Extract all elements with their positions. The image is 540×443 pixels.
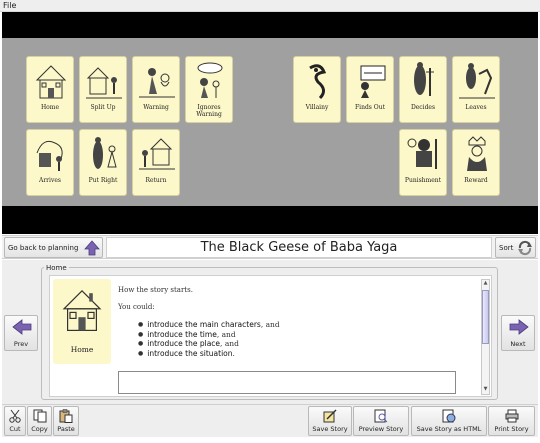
card-home[interactable]: Home (26, 56, 74, 123)
card-label: Decides (410, 104, 436, 111)
paste-label: Paste (57, 425, 75, 433)
card-label: Finds Out (355, 104, 385, 111)
menu-file[interactable]: File (3, 0, 16, 12)
punishment-icon (407, 138, 437, 169)
house-icon (62, 289, 102, 331)
villainy-icon (309, 64, 327, 100)
scissors-icon (9, 409, 21, 423)
paste-icon (59, 409, 73, 423)
save-story-html-button[interactable]: Save Story as HTML (411, 406, 487, 436)
card-reward[interactable]: Reward (452, 129, 500, 196)
card-put-right[interactable]: Put Right (79, 129, 127, 196)
warning-icon (139, 68, 175, 98)
vertical-scrollbar[interactable]: ▲ ▼ (481, 279, 490, 395)
card-label: Leaves (465, 104, 487, 111)
card-decides[interactable]: Decides (399, 56, 447, 123)
menu-bar: File (0, 0, 540, 12)
card-label: Punishment (404, 177, 442, 184)
intro-text: How the story starts. (118, 286, 193, 294)
go-back-to-planning-button[interactable]: Go back to planning (4, 237, 103, 258)
card-punishment[interactable]: Punishment (399, 129, 447, 196)
printer-icon (505, 409, 518, 423)
leaves-icon (459, 63, 495, 99)
go-back-label: Go back to planning (8, 244, 79, 252)
save-story-icon (323, 409, 337, 423)
print-story-button[interactable]: Print Story (488, 406, 535, 436)
next-button[interactable]: Next (501, 315, 535, 351)
card-description: How the story starts. You could: introdu… (118, 286, 478, 358)
list-item: introduce the time, and (138, 330, 478, 340)
card-label: Return (145, 177, 167, 184)
finds-out-icon (360, 65, 386, 98)
notes-textbox[interactable] (118, 371, 456, 394)
house-icon (35, 65, 67, 99)
card-return[interactable]: Return (132, 129, 180, 196)
card-villainy[interactable]: Villainy (293, 56, 341, 123)
sort-label: Sort (499, 244, 514, 252)
save-story-label: Save Story (312, 425, 348, 433)
print-story-label: Print Story (494, 425, 529, 433)
save-html-icon (442, 409, 456, 423)
save-story-button[interactable]: Save Story (308, 406, 352, 436)
card-warning[interactable]: Warning (132, 56, 180, 123)
card-split-up[interactable]: Split Up (79, 56, 127, 123)
decides-icon (414, 62, 434, 96)
story-navbar: Go back to planning The Black Geese of B… (2, 235, 538, 259)
list-item: introduce the main characters, and (138, 320, 478, 330)
scroll-down-icon[interactable]: ▼ (482, 386, 489, 394)
card-label: Warning (143, 104, 169, 111)
card-label: Arrives (38, 177, 61, 184)
scroll-thumb[interactable] (482, 290, 489, 344)
next-label: Next (510, 340, 526, 348)
copy-icon (33, 409, 46, 423)
card-area: Home Split Up Warning Ignores Warning Ar… (2, 38, 538, 206)
up-arrow-icon (84, 240, 100, 256)
paste-button[interactable]: Paste (53, 406, 79, 436)
card-detail-area: Prev Home Home How the story starts. You… (2, 260, 538, 404)
card-leaves[interactable]: Leaves (452, 56, 500, 123)
cut-label: Cut (9, 425, 21, 433)
selected-card: Home (53, 279, 111, 364)
card-arrives[interactable]: Arrives (26, 129, 74, 196)
prev-label: Prev (13, 340, 29, 348)
save-story-html-label: Save Story as HTML (416, 425, 482, 433)
right-arrow-icon (509, 319, 529, 335)
could-text: You could: (118, 303, 155, 311)
suggestion-list: introduce the main characters, and intro… (118, 320, 478, 358)
scroll-up-icon[interactable]: ▲ (482, 280, 489, 288)
copy-button[interactable]: Copy (27, 406, 52, 436)
card-finds-out[interactable]: Finds Out (346, 56, 394, 123)
cut-button[interactable]: Cut (4, 406, 26, 436)
arrives-icon (36, 140, 63, 171)
card-label: Home (40, 104, 60, 111)
list-item: introduce the place, and (138, 339, 478, 349)
card-detail-pane: Home How the story starts. You could: in… (49, 275, 492, 397)
preview-story-button[interactable]: Preview Story (353, 406, 409, 436)
story-board: Home Split Up Warning Ignores Warning Ar… (2, 12, 538, 234)
card-label: Villainy (305, 104, 329, 111)
reward-icon (467, 136, 487, 171)
prev-button[interactable]: Prev (4, 315, 38, 351)
sort-button[interactable]: Sort (495, 237, 536, 258)
copy-label: Copy (31, 425, 48, 433)
frame-title: Home (44, 264, 69, 272)
card-ignores-warning[interactable]: Ignores Warning (185, 56, 233, 123)
card-label: Ignores Warning (196, 104, 222, 118)
preview-story-label: Preview Story (358, 425, 404, 433)
preview-story-icon (374, 409, 388, 423)
selected-card-label: Home (70, 345, 94, 354)
card-label: Reward (464, 177, 488, 184)
ignores-warning-icon (197, 62, 223, 98)
return-icon (139, 138, 175, 170)
card-label: Put Right (88, 177, 118, 184)
put-right-icon (93, 137, 117, 169)
sort-icon (518, 240, 532, 256)
story-title: The Black Geese of Baba Yaga (106, 237, 492, 258)
split-up-icon (86, 67, 122, 99)
left-arrow-icon (12, 319, 32, 335)
card-label: Split Up (90, 104, 116, 111)
bottom-toolbar: Cut Copy Paste Save Story Preview Story … (2, 404, 538, 437)
list-item: introduce the situation. (138, 349, 478, 359)
